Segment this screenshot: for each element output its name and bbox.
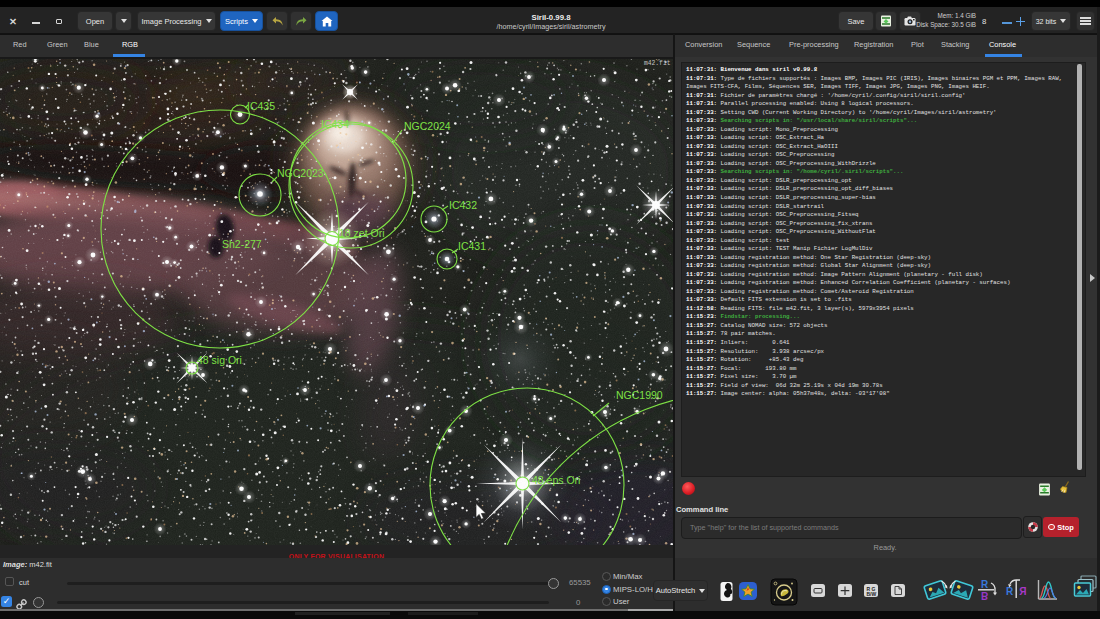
svg-text:IC432: IC432 xyxy=(449,199,477,211)
svg-text:B/W: B/W xyxy=(867,591,877,597)
svg-text:m42.fit: m42.fit xyxy=(644,60,671,67)
svg-text:R: R xyxy=(1006,586,1014,597)
svg-text:IC434: IC434 xyxy=(321,118,349,130)
svg-text:B: B xyxy=(981,590,988,601)
svg-text:48 eps Ori: 48 eps Ori xyxy=(532,474,580,486)
svg-text:NGC1990: NGC1990 xyxy=(616,389,663,401)
svg-text:NGC2024: NGC2024 xyxy=(404,120,451,132)
svg-text:18 zet Ori: 18 zet Ori xyxy=(339,227,385,239)
svg-text:IC435: IC435 xyxy=(247,100,275,112)
svg-text:R: R xyxy=(981,579,989,590)
svg-text:Sh2-277: Sh2-277 xyxy=(222,238,262,250)
svg-text:IC431: IC431 xyxy=(458,240,486,252)
svg-text:NGC2023: NGC2023 xyxy=(277,167,324,179)
svg-text:R: R xyxy=(1019,586,1027,597)
svg-text:48 sig Ori: 48 sig Ori xyxy=(197,354,242,366)
